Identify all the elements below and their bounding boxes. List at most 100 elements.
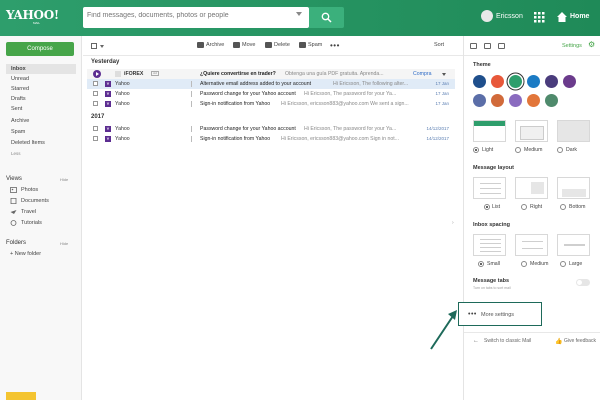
theme-swatch[interactable] [509,94,522,107]
theme-swatch[interactable] [473,75,486,88]
theme-swatch[interactable] [527,94,540,107]
theme-swatch[interactable] [545,94,558,107]
theme-radio-medium[interactable] [515,147,521,153]
select-options-chevron-icon[interactable] [100,45,104,48]
archive-button[interactable]: Archive [206,42,224,48]
view-item-documents[interactable]: Documents [21,198,49,204]
spacing-tile-medium[interactable] [515,234,548,256]
layout-tile-bottom[interactable] [557,177,590,199]
more-actions-button[interactable]: ••• [330,41,340,50]
sidebar-less-link[interactable]: Less [6,149,76,159]
avatar[interactable] [481,10,493,22]
spacing-radio-medium[interactable] [521,261,527,267]
sidebar: Compose Inbox Unread Starred Drafts Sent… [0,36,82,400]
search-options-chevron-icon[interactable] [296,12,302,16]
views-hide-link[interactable]: Hide [60,177,68,182]
theme-radio-light[interactable] [473,147,479,153]
search-button[interactable] [309,7,344,28]
spacing-radio-large[interactable] [560,261,566,267]
sidebar-item-archive[interactable]: Archive [6,116,76,126]
yahoo-logo[interactable]: YAHOO! [6,8,59,22]
layout-radio-list[interactable] [484,204,490,210]
yahoo-sender-icon: Y [105,91,111,97]
calendar-tab-icon[interactable] [484,43,491,49]
theme-tile-dark[interactable] [557,120,590,142]
row-sender: Yahoo [115,81,130,87]
notepad-tab-icon[interactable] [498,43,505,49]
give-feedback-link[interactable]: Give feedback [564,338,596,344]
search-input[interactable] [87,12,287,19]
select-all-checkbox[interactable] [91,43,97,49]
theme-tile-medium[interactable] [515,120,548,142]
home-icon[interactable] [556,11,568,23]
layout-radio-bottom[interactable] [560,204,566,210]
tutorials-icon [10,220,17,226]
spam-icon [299,42,306,48]
ad-row[interactable]: iFOREX Ad ¿Quiere convertirse en trader?… [87,69,455,79]
sidebar-item-deleted[interactable]: Deleted Items [6,138,76,148]
settings-panel: Settings ⚙ Theme Light Medium Dark Messa… [458,36,600,400]
spacing-radio-small[interactable] [478,261,484,267]
yahoo-sender-icon: Y [105,81,111,87]
theme-swatch[interactable] [491,94,504,107]
sidebar-item-starred[interactable]: Starred [6,84,76,94]
gear-icon[interactable]: ⚙ [588,41,595,49]
sidebar-item-sent[interactable]: Sent [6,104,76,114]
apps-grid-icon[interactable] [534,12,545,23]
folders-hide-link[interactable]: Hide [60,241,68,246]
theme-swatch[interactable] [563,75,576,88]
row-checkbox[interactable] [93,101,98,106]
theme-swatch[interactable] [527,75,540,88]
row-divider [191,126,192,132]
table-row[interactable]: Y Yahoo Password change for your Yahoo a… [87,89,455,99]
theme-swatch[interactable] [545,75,558,88]
view-item-photos[interactable]: Photos [21,187,38,193]
switch-classic-link[interactable]: Switch to classic Mail [484,338,531,344]
delete-button[interactable]: Delete [274,42,290,48]
top-bar: YAHOO! MAIL Ericsson Home [0,0,600,36]
settings-title[interactable]: Settings [562,43,582,49]
table-row[interactable]: Y Yahoo Password change for your Yahoo a… [87,124,455,134]
panel-collapse-chevron-icon[interactable]: › [452,220,458,226]
sidebar-item-unread[interactable]: Unread [6,74,76,84]
spam-button[interactable]: Spam [308,42,322,48]
row-checkbox[interactable] [93,136,98,141]
layout-tile-right[interactable] [515,177,548,199]
compose-button[interactable]: Compose [6,42,74,56]
ad-options-chevron-icon[interactable] [442,73,446,76]
row-checkbox[interactable] [93,81,98,86]
sort-button[interactable]: Sort [434,42,444,48]
archive-icon [197,42,204,48]
move-button[interactable]: Move [242,42,255,48]
spacing-tile-large[interactable] [557,234,590,256]
theme-swatch[interactable] [509,75,522,88]
layout-radio-right[interactable] [521,204,527,210]
sidebar-item-inbox[interactable]: Inbox [6,64,76,74]
ad-subject: ¿Quiere convertirse en trader? [200,71,276,77]
row-checkbox[interactable] [93,91,98,96]
message-tabs-toggle[interactable] [576,279,590,286]
spacing-tile-small[interactable] [473,234,506,256]
row-checkbox[interactable] [93,126,98,131]
new-folder-link[interactable]: + New folder [10,251,41,257]
view-item-tutorials[interactable]: Tutorials [21,220,42,226]
table-row[interactable]: Y Yahoo Sign-in notification from Yahoo … [87,134,455,144]
layout-tile-list[interactable] [473,177,506,199]
sidebar-item-spam[interactable]: Spam [6,127,76,137]
table-row[interactable]: Y Yahoo Alternative email address added … [87,79,455,89]
arrow-left-icon: ← [473,338,479,344]
sidebar-item-drafts[interactable]: Drafts [6,94,76,104]
sidebar-promo[interactable] [6,392,36,400]
more-settings-button[interactable]: ••• More settings [458,302,542,326]
row-divider [191,91,192,97]
contacts-tab-icon[interactable] [470,43,477,49]
table-row[interactable]: Y Yahoo Sign-in notification from Yahoo … [87,99,455,109]
theme-swatch[interactable] [473,94,486,107]
theme-tile-light[interactable] [473,120,506,142]
theme-radio-dark[interactable] [557,147,563,153]
view-item-travel[interactable]: Travel [21,209,36,215]
theme-swatch[interactable] [491,75,504,88]
user-name[interactable]: Ericsson [496,13,523,20]
home-link[interactable]: Home [570,13,589,20]
ad-cta-link[interactable]: Compra [413,69,431,79]
